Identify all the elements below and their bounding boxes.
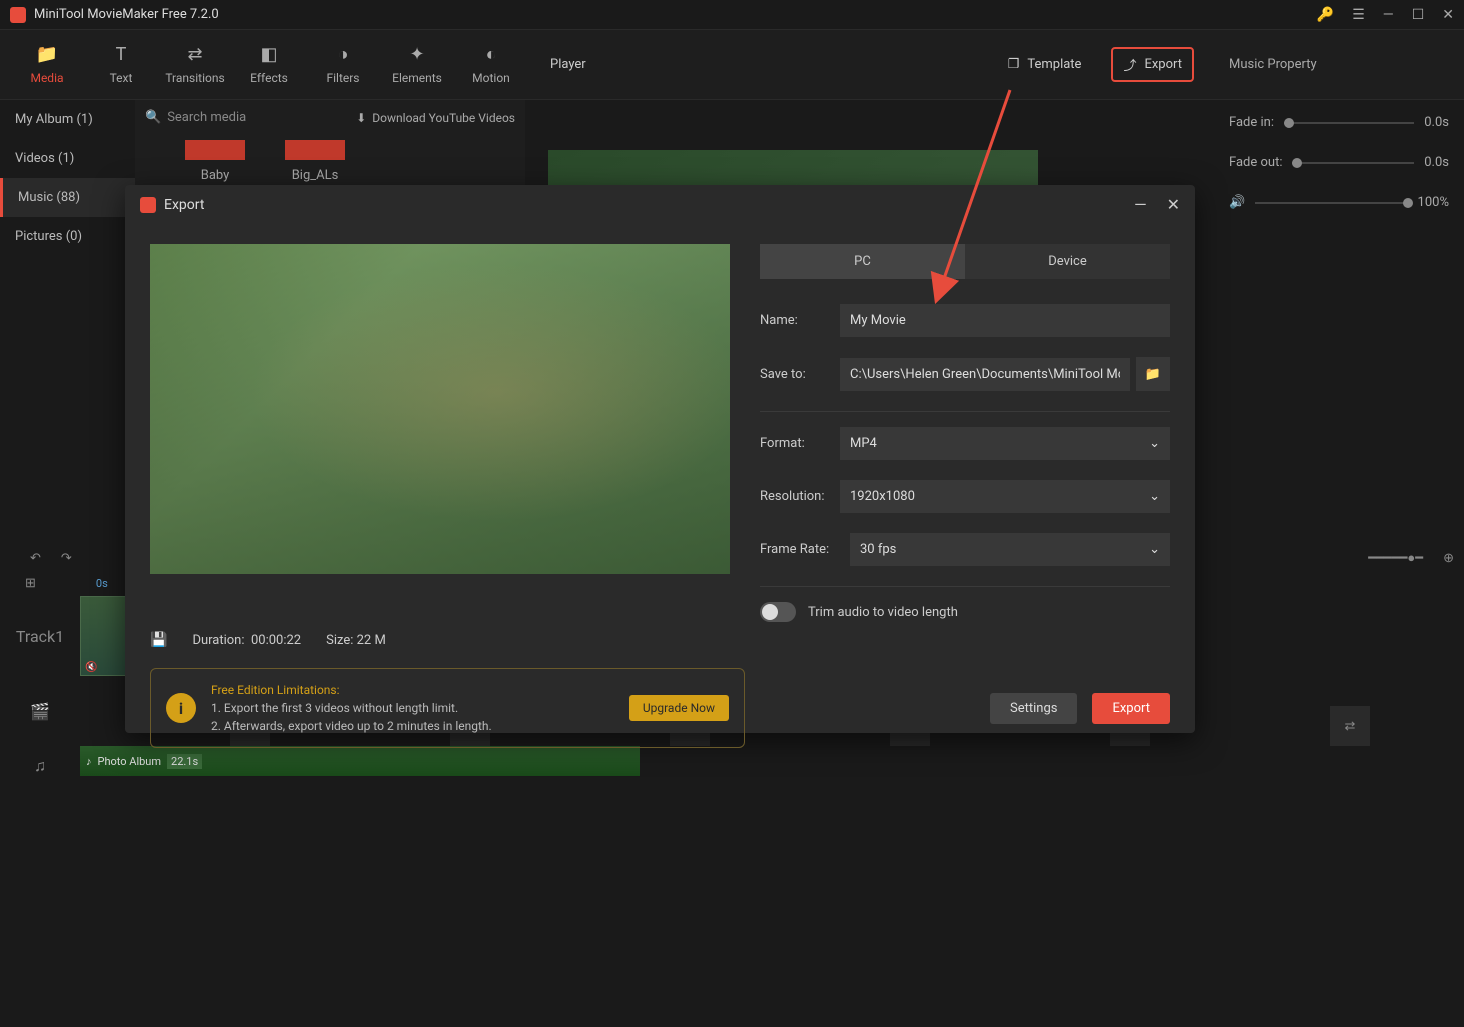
tab-media[interactable]: 📁 Media (10, 30, 84, 99)
elements-icon: ✦ (409, 44, 424, 65)
tab-text[interactable]: T Text (84, 30, 158, 99)
folder-icon: 📁 (1145, 367, 1161, 382)
tab-filters[interactable]: ◑ Filters (306, 30, 380, 99)
hamburger-icon[interactable]: ☰ (1352, 7, 1365, 23)
format-select[interactable]: MP4 ⌄ (840, 427, 1170, 460)
export-confirm-button[interactable]: Export (1092, 693, 1170, 724)
upload-icon: ⤴ (1123, 55, 1136, 74)
chevron-down-icon: ⌄ (1149, 436, 1160, 451)
maximize-icon[interactable]: ☐ (1412, 7, 1425, 23)
music-icon: ♪ (86, 755, 92, 768)
limitations-banner: i Free Edition Limitations: 1. Export th… (150, 668, 745, 748)
fade-out-label: Fade out: (1229, 155, 1282, 170)
volume-icon: 🔊 (1229, 195, 1245, 210)
dialog-minimize-icon[interactable]: — (1134, 195, 1147, 214)
key-icon[interactable]: 🔑 (1317, 7, 1334, 23)
tab-transitions[interactable]: ⇄ Transitions (158, 30, 232, 99)
titlebar: MiniTool MovieMaker Free 7.2.0 🔑 ☰ — ☐ ✕ (0, 0, 1464, 30)
video-track-icon: 🎬 (10, 702, 70, 721)
media-thumb-baby[interactable]: Baby (185, 140, 245, 183)
save-icon: 💾 (150, 632, 167, 648)
limitations-heading: Free Edition Limitations: (211, 681, 614, 699)
resolution-label: Resolution: (760, 489, 840, 504)
chevron-down-icon: ⌄ (1149, 542, 1160, 557)
fade-in-value: 0.0s (1424, 115, 1449, 130)
search-icon: 🔍 (145, 110, 161, 125)
sidebar-item-my-album[interactable]: My Album (1) (0, 100, 135, 139)
framerate-label: Frame Rate: (760, 542, 850, 557)
toolbar: 📁 Media T Text ⇄ Transitions ◧ Effects ◑… (0, 30, 1464, 100)
search-input[interactable]: 🔍 Search media (145, 110, 246, 125)
trim-audio-toggle[interactable] (760, 602, 796, 622)
tab-pc[interactable]: PC (760, 244, 965, 279)
sidebar-item-music[interactable]: Music (88) (0, 178, 135, 217)
transition-slot[interactable]: ⇄ (1330, 706, 1370, 746)
sidebar-item-pictures[interactable]: Pictures (0) (0, 217, 135, 256)
layers-icon: ❐ (1008, 57, 1020, 72)
tab-motion[interactable]: ◐ Motion (454, 30, 528, 99)
export-dialog: Export — ✕ PC Device Name: Save to: (125, 185, 1195, 733)
limitations-line1: 1. Export the first 3 videos without len… (211, 699, 614, 717)
motion-icon: ◐ (486, 44, 497, 65)
dialog-title: Export (164, 197, 204, 213)
sidebar: My Album (1) Videos (1) Music (88) Pictu… (0, 100, 135, 540)
volume-slider[interactable] (1255, 202, 1407, 204)
fade-in-slider[interactable] (1284, 122, 1414, 124)
download-youtube-link[interactable]: ⬇ Download YouTube Videos (356, 111, 515, 125)
close-icon[interactable]: ✕ (1442, 7, 1454, 23)
framerate-select[interactable]: 30 fps ⌄ (850, 533, 1170, 566)
upgrade-button[interactable]: Upgrade Now (629, 695, 729, 721)
mute-icon[interactable]: 🔇 (85, 662, 97, 673)
format-label: Format: (760, 436, 840, 451)
app-logo-icon (10, 7, 26, 23)
saveto-label: Save to: (760, 367, 840, 382)
text-icon: T (116, 44, 127, 65)
media-thumb-bigals[interactable]: Big_ALs (285, 140, 345, 183)
export-button[interactable]: ⤴ Export (1111, 47, 1194, 82)
player-label: Player (550, 57, 586, 72)
info-icon: i (166, 693, 196, 723)
trim-audio-label: Trim audio to video length (808, 605, 958, 620)
transitions-icon: ⇄ (187, 44, 202, 65)
settings-button[interactable]: Settings (990, 693, 1077, 724)
thumb-image (285, 140, 345, 160)
undo-button[interactable]: ↶ (30, 551, 41, 566)
zoom-fit-button[interactable]: ⊕ (1443, 551, 1454, 566)
export-preview (150, 244, 730, 574)
dialog-logo-icon (140, 197, 156, 213)
time-marker: 0s (46, 577, 108, 590)
volume-value: 100% (1418, 195, 1449, 210)
fade-out-slider[interactable] (1292, 162, 1414, 164)
tab-device[interactable]: Device (965, 244, 1170, 279)
folder-icon: 📁 (36, 44, 58, 65)
fade-in-label: Fade in: (1229, 115, 1274, 130)
thumb-image (185, 140, 245, 160)
name-label: Name: (760, 313, 840, 328)
zoom-slider[interactable]: ━━━━━●━ (1368, 550, 1423, 566)
tab-effects[interactable]: ◧ Effects (232, 30, 306, 99)
browse-folder-button[interactable]: 📁 (1136, 357, 1170, 391)
dialog-close-icon[interactable]: ✕ (1167, 195, 1180, 214)
music-property-label: Music Property (1214, 30, 1454, 99)
resolution-select[interactable]: 1920x1080 ⌄ (840, 480, 1170, 513)
saveto-input[interactable] (840, 358, 1130, 391)
fade-out-value: 0.0s (1424, 155, 1449, 170)
add-track-button[interactable]: ⊞ (25, 576, 36, 591)
properties-panel: Fade in: 0.0s Fade out: 0.0s 🔊 100% (1214, 100, 1464, 540)
filters-icon: ◑ (338, 44, 349, 65)
minimize-icon[interactable]: — (1383, 7, 1394, 23)
name-input[interactable] (840, 304, 1170, 337)
tab-elements[interactable]: ✦ Elements (380, 30, 454, 99)
chevron-down-icon: ⌄ (1149, 489, 1160, 504)
app-title: MiniTool MovieMaker Free 7.2.0 (34, 7, 1317, 22)
sidebar-item-videos[interactable]: Videos (1) (0, 139, 135, 178)
download-icon: ⬇ (356, 111, 366, 125)
track1-label: Track1 (10, 627, 70, 646)
limitations-line2: 2. Afterwards, export video up to 2 minu… (211, 717, 614, 735)
effects-icon: ◧ (260, 44, 277, 65)
audio-track-icon: ♫ (10, 756, 70, 776)
redo-button[interactable]: ↷ (61, 551, 72, 566)
template-button[interactable]: ❐ Template (998, 51, 1092, 78)
